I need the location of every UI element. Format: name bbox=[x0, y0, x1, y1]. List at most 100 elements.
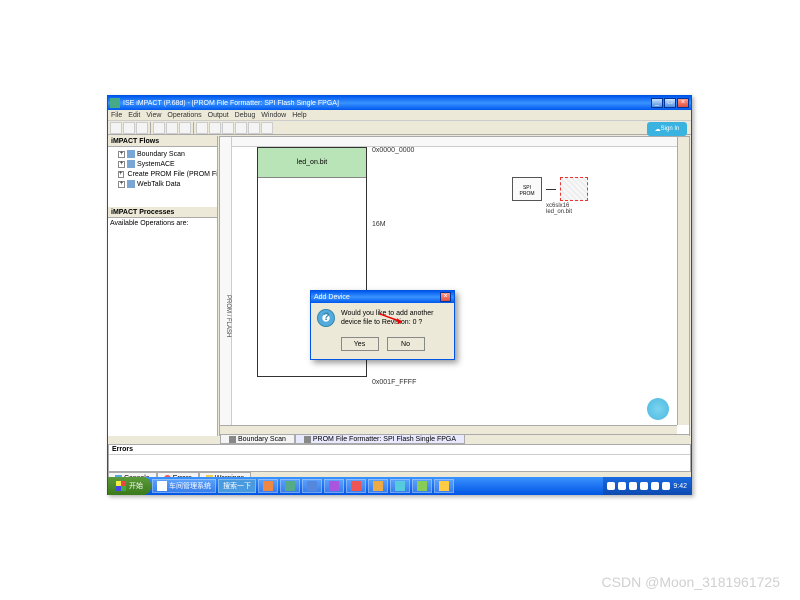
menu-edit[interactable]: Edit bbox=[128, 112, 140, 119]
task-q1[interactable] bbox=[258, 479, 278, 493]
close-button[interactable]: × bbox=[677, 98, 689, 108]
task-q3[interactable] bbox=[302, 479, 322, 493]
app-icon bbox=[439, 481, 449, 491]
addr-top: 0x0000_0000 bbox=[372, 147, 414, 154]
chip-labels: xc6slx16 led_on.bit bbox=[546, 203, 572, 215]
scrollbar-vertical[interactable] bbox=[677, 137, 689, 425]
flow-icon bbox=[127, 160, 135, 168]
task-q2[interactable] bbox=[280, 479, 300, 493]
tb-run[interactable] bbox=[209, 122, 221, 134]
app-icon bbox=[263, 481, 273, 491]
app-icon bbox=[373, 481, 383, 491]
signin-badge[interactable]: ☁ Sign In bbox=[647, 122, 687, 136]
flows-panel: +Boundary Scan +SystemACE +Create PROM F… bbox=[108, 147, 217, 207]
menu-output[interactable]: Output bbox=[208, 112, 229, 119]
tb-new[interactable] bbox=[110, 122, 122, 134]
marker-16m: 16M bbox=[372, 221, 386, 228]
task-q7[interactable] bbox=[390, 479, 410, 493]
editor-tabs: Boundary Scan PROM File Formatter: SPI F… bbox=[220, 434, 689, 444]
main-canvas-area: PROM / FLASH 0x0000_0000 16M led_on.bit … bbox=[219, 136, 690, 436]
bitfile-block[interactable]: led_on.bit bbox=[258, 148, 366, 178]
app-icon bbox=[395, 481, 405, 491]
maximize-button[interactable]: □ bbox=[664, 98, 676, 108]
task-item-1[interactable]: 车间管理系统 bbox=[152, 479, 216, 493]
menu-help[interactable]: Help bbox=[292, 112, 306, 119]
tb-opt1[interactable] bbox=[235, 122, 247, 134]
windows-icon bbox=[116, 481, 126, 491]
tb-copy[interactable] bbox=[166, 122, 178, 134]
canvas[interactable]: 0x0000_0000 16M led_on.bit 0x001F_FFFF S… bbox=[232, 147, 689, 435]
tree-boundary-scan[interactable]: +Boundary Scan bbox=[110, 149, 215, 159]
ruler-left: PROM / FLASH bbox=[220, 137, 232, 435]
tray-icon[interactable] bbox=[651, 482, 659, 490]
tb-paste[interactable] bbox=[179, 122, 191, 134]
flow-icon bbox=[127, 180, 135, 188]
tb-save[interactable] bbox=[136, 122, 148, 134]
clock[interactable]: 9:42 bbox=[673, 483, 687, 490]
device-chain: SPIPROM bbox=[512, 177, 588, 201]
menu-file[interactable]: File bbox=[111, 112, 122, 119]
dialog-title: Add Device bbox=[314, 294, 440, 301]
proc-text: Available Operations are: bbox=[110, 220, 188, 227]
tray-icon[interactable] bbox=[607, 482, 615, 490]
wire-icon bbox=[546, 189, 556, 190]
dialog-close-button[interactable]: × bbox=[440, 292, 451, 302]
yes-button[interactable]: Yes bbox=[341, 337, 379, 351]
tb-opt3[interactable] bbox=[261, 122, 273, 134]
tray-icon[interactable] bbox=[618, 482, 626, 490]
tray-icon[interactable] bbox=[640, 482, 648, 490]
menu-operations[interactable]: Operations bbox=[167, 112, 201, 119]
tb-opt2[interactable] bbox=[248, 122, 260, 134]
tray-icon[interactable] bbox=[662, 482, 670, 490]
tab-boundary-scan[interactable]: Boundary Scan bbox=[220, 435, 295, 444]
flow-icon bbox=[127, 150, 135, 158]
task-q5[interactable] bbox=[346, 479, 366, 493]
tree-webtalk[interactable]: +WebTalk Data bbox=[110, 179, 215, 189]
watermark: CSDN @Moon_3181961725 bbox=[602, 574, 780, 590]
task-q9[interactable] bbox=[434, 479, 454, 493]
processes-panel-title: iMPACT Processes bbox=[108, 207, 217, 218]
task-q6[interactable] bbox=[368, 479, 388, 493]
app-icon bbox=[329, 481, 339, 491]
app-icon bbox=[307, 481, 317, 491]
menubar: File Edit View Operations Output Debug W… bbox=[108, 110, 691, 121]
window-title: ISE iMPACT (P.68d) - [PROM File Formatte… bbox=[123, 100, 651, 107]
dialog-titlebar[interactable]: Add Device × bbox=[311, 291, 454, 303]
taskbar: 开始 车间管理系统 搜索一下 9:42 bbox=[108, 477, 691, 495]
menu-window[interactable]: Window bbox=[261, 112, 286, 119]
task-q4[interactable] bbox=[324, 479, 344, 493]
app-icon bbox=[351, 481, 361, 491]
minimize-button[interactable]: _ bbox=[651, 98, 663, 108]
fab-button[interactable] bbox=[647, 398, 669, 420]
menu-debug[interactable]: Debug bbox=[235, 112, 256, 119]
dialog-message: Would you like to add another device fil… bbox=[341, 309, 448, 327]
task-item-2[interactable]: 搜索一下 bbox=[218, 479, 256, 493]
tb-stop[interactable] bbox=[222, 122, 234, 134]
app-icon bbox=[417, 481, 427, 491]
menu-view[interactable]: View bbox=[146, 112, 161, 119]
toolbar bbox=[108, 121, 691, 135]
processes-panel: Available Operations are: bbox=[108, 218, 217, 436]
system-tray[interactable]: 9:42 bbox=[603, 477, 691, 495]
errors-pane: Errors bbox=[108, 444, 691, 472]
tb-open[interactable] bbox=[123, 122, 135, 134]
tab-icon bbox=[304, 436, 311, 443]
tb-help[interactable] bbox=[196, 122, 208, 134]
titlebar[interactable]: ISE iMPACT (P.68d) - [PROM File Formatte… bbox=[108, 96, 691, 110]
tab-icon bbox=[229, 436, 236, 443]
task-q8[interactable] bbox=[412, 479, 432, 493]
no-button[interactable]: No bbox=[387, 337, 425, 351]
tree-systemace[interactable]: +SystemACE bbox=[110, 159, 215, 169]
tab-prom-formatter[interactable]: PROM File Formatter: SPI Flash Single FP… bbox=[295, 435, 465, 444]
tb-cut[interactable] bbox=[153, 122, 165, 134]
addr-bottom: 0x001F_FFFF bbox=[372, 379, 416, 386]
fpga-chip[interactable] bbox=[560, 177, 588, 201]
app-icon bbox=[110, 98, 120, 108]
question-icon bbox=[317, 309, 335, 327]
start-button[interactable]: 开始 bbox=[108, 477, 151, 495]
tree-create-prom[interactable]: +Create PROM File (PROM File Formatter) bbox=[110, 169, 215, 179]
add-device-dialog: Add Device × Would you like to add anoth… bbox=[310, 290, 455, 360]
app-icon bbox=[285, 481, 295, 491]
tray-icon[interactable] bbox=[629, 482, 637, 490]
spi-prom-device[interactable]: SPIPROM bbox=[512, 177, 542, 201]
